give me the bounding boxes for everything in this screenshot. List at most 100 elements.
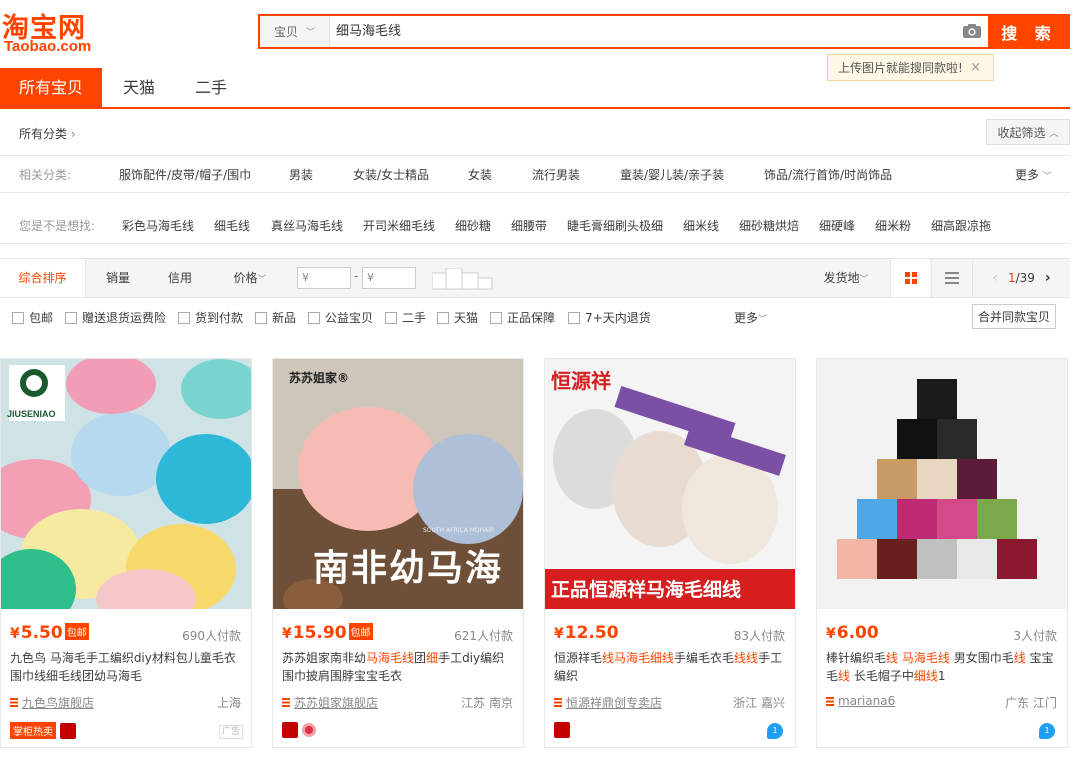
more-categories-button[interactable]: 更多 ﹀: [1015, 166, 1052, 183]
suggest-keyword[interactable]: 细米线: [683, 217, 719, 234]
checkbox-box[interactable]: [437, 311, 449, 324]
checkbox-cod[interactable]: 货到付款: [178, 309, 243, 326]
tmall-icon[interactable]: [554, 722, 570, 738]
price-min-input[interactable]: ¥: [297, 267, 351, 289]
checkbox-return-insurance[interactable]: 赠送退货运费险: [65, 309, 166, 326]
suggest-keyword[interactable]: 细米粉: [875, 217, 911, 234]
suggest-label: 您是不是想找:: [19, 219, 96, 233]
related-category[interactable]: 女装: [468, 166, 492, 183]
logo-en[interactable]: Taobao.com: [4, 38, 91, 55]
checkbox-charity[interactable]: 公益宝贝: [308, 309, 373, 326]
search-input[interactable]: 细马海毛线: [332, 16, 952, 47]
shop-icon: [10, 698, 18, 707]
suggest-keyword[interactable]: 细毛线: [214, 217, 250, 234]
sort-default[interactable]: 综合排序: [0, 259, 86, 297]
related-categories-label: 相关分类:: [19, 168, 72, 182]
product-card[interactable]: 恒源祥 正品恒源祥马海毛细线 ¥12.50 83人付款 恒源祥毛线马海毛细线手编…: [544, 358, 796, 748]
related-category[interactable]: 女装/女士精品: [353, 166, 429, 183]
related-category[interactable]: 服饰配件/皮带/帽子/围巾: [119, 166, 251, 183]
product-image[interactable]: 苏苏姐家® 南非幼马海 SOUTH AFRICA MOHAIR: [273, 359, 523, 609]
title-text: 长毛帽子中: [850, 669, 914, 683]
ship-from-label: 发货地: [823, 271, 860, 285]
sort-credit[interactable]: 信用: [162, 259, 198, 297]
product-card[interactable]: ¥6.00 3人付款 棒针编织毛线 马海毛线 男女围巾毛线 宝宝毛线 长毛帽子中…: [816, 358, 1068, 748]
collapse-filters-button[interactable]: 收起筛选 ︿: [986, 119, 1070, 145]
sort-sales[interactable]: 销量: [100, 259, 136, 297]
product-image[interactable]: JIUSENIAO: [1, 359, 251, 609]
product-title[interactable]: 苏苏姐家南非幼马海毛线团细手工diy编织围巾披肩围脖宝宝毛衣: [282, 649, 516, 685]
all-categories-label: 所有分类: [19, 127, 68, 141]
checkbox-box[interactable]: [490, 311, 502, 324]
hot-seller-badge[interactable]: 掌柜热卖: [10, 722, 56, 739]
related-category[interactable]: 童装/婴儿装/亲子装: [620, 166, 724, 183]
related-category[interactable]: 流行男装: [532, 166, 580, 183]
suggest-keyword[interactable]: 细腰带: [511, 217, 547, 234]
product-card[interactable]: JIUSENIAO ¥5.50 包邮 690人付款 九色鸟 马海毛手工编织diy材…: [0, 358, 252, 748]
suggest-keyword[interactable]: 细硬峰: [819, 217, 855, 234]
checkbox-box[interactable]: [568, 311, 580, 324]
checkbox-box[interactable]: [255, 311, 267, 324]
checkbox-box[interactable]: [65, 311, 77, 324]
checkbox-secondhand[interactable]: 二手: [385, 309, 426, 326]
tab-secondhand[interactable]: 二手: [180, 68, 242, 107]
checkbox-free-shipping[interactable]: 包邮: [12, 309, 53, 326]
sort-price-label: 价格: [233, 271, 258, 285]
suggest-keyword[interactable]: 真丝马海毛线: [271, 217, 343, 234]
brand-logo-text: 恒源祥: [551, 369, 611, 393]
camera-icon[interactable]: [963, 24, 981, 38]
suggest-keyword[interactable]: 细砂糖烘焙: [739, 217, 799, 234]
price-range-chart-icon[interactable]: [432, 268, 494, 290]
product-image[interactable]: 恒源祥 正品恒源祥马海毛细线: [545, 359, 795, 609]
checkbox-box[interactable]: [308, 311, 320, 324]
checkbox-tmall[interactable]: 天猫: [437, 309, 478, 326]
merge-same-items-button[interactable]: 合并同款宝贝: [972, 304, 1056, 329]
ship-from-select[interactable]: 发货地﹀: [820, 259, 872, 297]
checkbox-box[interactable]: [385, 311, 397, 324]
image-overlay-text: 南非幼马海: [313, 547, 504, 589]
suggest-keyword[interactable]: 彩色马海毛线: [122, 217, 194, 234]
product-image[interactable]: [817, 359, 1067, 609]
search-button[interactable]: 搜 索: [988, 14, 1070, 49]
suggest-keyword[interactable]: 开司米细毛线: [363, 217, 435, 234]
paid-count: 83人付款: [733, 629, 785, 643]
tmall-icon[interactable]: [60, 722, 76, 739]
shop-link[interactable]: 恒源祥鼎创专卖店: [554, 694, 662, 711]
chat-icon[interactable]: 1: [767, 723, 783, 739]
shop-link[interactable]: mariana6: [826, 694, 895, 708]
related-category[interactable]: 饰品/流行首饰/时尚饰品: [764, 166, 892, 183]
tab-all[interactable]: 所有宝贝: [0, 68, 102, 107]
related-category[interactable]: 男装: [289, 166, 313, 183]
sort-price[interactable]: 价格﹀: [230, 259, 270, 297]
shop-link[interactable]: 九色鸟旗舰店: [10, 694, 94, 711]
search-type-select[interactable]: 宝贝 ﹀: [260, 16, 330, 47]
title-text: 苏苏姐家南非幼: [282, 651, 367, 665]
suggest-keyword[interactable]: 细砂糖: [455, 217, 491, 234]
paid-count: 621人付款: [454, 629, 513, 643]
suggest-keyword[interactable]: 睫毛膏细刷头极细: [567, 217, 663, 234]
divider: [0, 192, 1070, 193]
next-page-icon[interactable]: ›: [1045, 270, 1051, 286]
product-title[interactable]: 九色鸟 马海毛手工编织diy材料包儿童毛衣围巾线细毛线团幼马海毛: [10, 649, 244, 685]
title-keyword-highlight: 线马海毛细线: [602, 651, 675, 665]
checkbox-box[interactable]: [178, 311, 190, 324]
list-view-button[interactable]: [931, 259, 971, 297]
checkbox-new[interactable]: 新品: [255, 309, 296, 326]
all-categories[interactable]: 所有分类 ›: [19, 125, 76, 142]
more-checkboxes-button[interactable]: 更多﹀: [734, 309, 767, 326]
chat-icon[interactable]: 1: [1039, 723, 1055, 739]
tmall-icon[interactable]: [282, 722, 298, 738]
checkbox-genuine[interactable]: 正品保障: [490, 309, 555, 326]
prev-page-icon[interactable]: ‹: [992, 270, 998, 286]
product-card[interactable]: 苏苏姐家® 南非幼马海 SOUTH AFRICA MOHAIR ¥15.90 包邮…: [272, 358, 524, 748]
grid-view-button[interactable]: [890, 259, 930, 297]
price-max-input[interactable]: ¥: [362, 267, 416, 289]
checkbox-box[interactable]: [12, 311, 24, 324]
flower-icon[interactable]: [302, 723, 316, 737]
product-title[interactable]: 棒针编织毛线 马海毛线 男女围巾毛线 宝宝毛线 长毛帽子中细线1: [826, 649, 1060, 685]
shop-icon: [282, 698, 290, 707]
shop-link[interactable]: 苏苏姐家旗舰店: [282, 694, 378, 711]
suggest-keyword[interactable]: 细高跟凉拖: [931, 217, 991, 234]
product-title[interactable]: 恒源祥毛线马海毛细线手编毛衣毛线线手工编织: [554, 649, 788, 685]
checkbox-7day-return[interactable]: 7+天内退货: [568, 309, 651, 326]
tab-tmall[interactable]: 天猫: [108, 68, 170, 107]
